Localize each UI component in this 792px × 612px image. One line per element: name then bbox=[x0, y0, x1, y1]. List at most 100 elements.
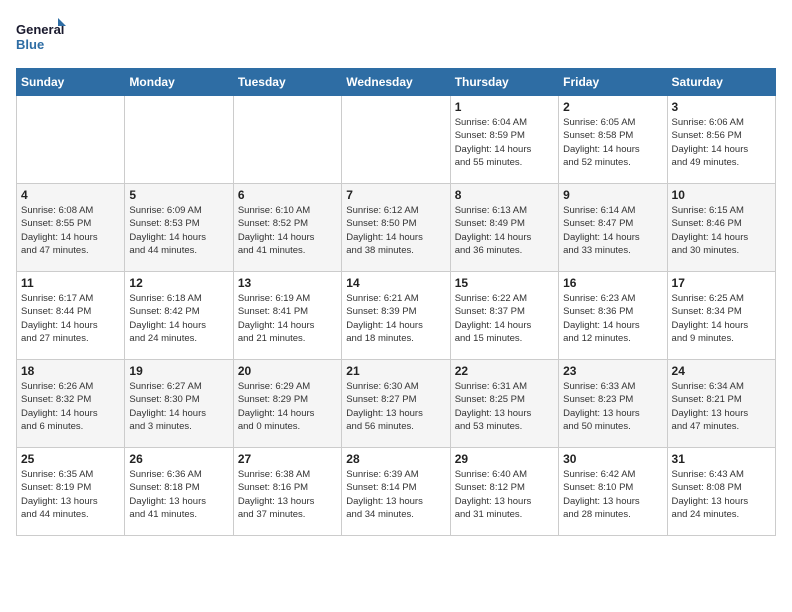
calendar-cell: 6 Sunrise: 6:10 AMSunset: 8:52 PMDaylight… bbox=[233, 184, 341, 272]
day-number: 17 bbox=[672, 276, 771, 290]
cell-info: Sunrise: 6:40 AMSunset: 8:12 PMDaylight:… bbox=[455, 468, 554, 521]
calendar-table: SundayMondayTuesdayWednesdayThursdayFrid… bbox=[16, 68, 776, 536]
calendar-cell: 26 Sunrise: 6:36 AMSunset: 8:18 PMDayligh… bbox=[125, 448, 233, 536]
cell-info: Sunrise: 6:04 AMSunset: 8:59 PMDaylight:… bbox=[455, 116, 554, 169]
day-number: 12 bbox=[129, 276, 228, 290]
cell-info: Sunrise: 6:09 AMSunset: 8:53 PMDaylight:… bbox=[129, 204, 228, 257]
cell-info: Sunrise: 6:22 AMSunset: 8:37 PMDaylight:… bbox=[455, 292, 554, 345]
calendar-cell: 29 Sunrise: 6:40 AMSunset: 8:12 PMDayligh… bbox=[450, 448, 558, 536]
cell-info: Sunrise: 6:21 AMSunset: 8:39 PMDaylight:… bbox=[346, 292, 445, 345]
cell-info: Sunrise: 6:30 AMSunset: 8:27 PMDaylight:… bbox=[346, 380, 445, 433]
day-number: 24 bbox=[672, 364, 771, 378]
cell-info: Sunrise: 6:17 AMSunset: 8:44 PMDaylight:… bbox=[21, 292, 120, 345]
calendar-cell bbox=[17, 96, 125, 184]
cell-info: Sunrise: 6:36 AMSunset: 8:18 PMDaylight:… bbox=[129, 468, 228, 521]
day-number: 4 bbox=[21, 188, 120, 202]
col-header-sunday: Sunday bbox=[17, 69, 125, 96]
calendar-cell: 9 Sunrise: 6:14 AMSunset: 8:47 PMDaylight… bbox=[559, 184, 667, 272]
col-header-wednesday: Wednesday bbox=[342, 69, 450, 96]
calendar-cell: 10 Sunrise: 6:15 AMSunset: 8:46 PMDayligh… bbox=[667, 184, 775, 272]
day-number: 29 bbox=[455, 452, 554, 466]
day-number: 25 bbox=[21, 452, 120, 466]
calendar-cell: 21 Sunrise: 6:30 AMSunset: 8:27 PMDayligh… bbox=[342, 360, 450, 448]
col-header-saturday: Saturday bbox=[667, 69, 775, 96]
calendar-cell: 25Sunrise: 6:35 AMSunset: 8:19 PMDayligh… bbox=[17, 448, 125, 536]
calendar-week-0: 1 Sunrise: 6:04 AMSunset: 8:59 PMDaylight… bbox=[17, 96, 776, 184]
calendar-cell: 1 Sunrise: 6:04 AMSunset: 8:59 PMDaylight… bbox=[450, 96, 558, 184]
logo-icon: General Blue bbox=[16, 16, 66, 60]
day-number: 26 bbox=[129, 452, 228, 466]
calendar-cell: 2 Sunrise: 6:05 AMSunset: 8:58 PMDaylight… bbox=[559, 96, 667, 184]
calendar-cell: 16 Sunrise: 6:23 AMSunset: 8:36 PMDayligh… bbox=[559, 272, 667, 360]
day-number: 10 bbox=[672, 188, 771, 202]
day-number: 23 bbox=[563, 364, 662, 378]
calendar-week-3: 18Sunrise: 6:26 AMSunset: 8:32 PMDayligh… bbox=[17, 360, 776, 448]
calendar-week-2: 11Sunrise: 6:17 AMSunset: 8:44 PMDayligh… bbox=[17, 272, 776, 360]
calendar-week-1: 4 Sunrise: 6:08 AMSunset: 8:55 PMDaylight… bbox=[17, 184, 776, 272]
calendar-cell: 15 Sunrise: 6:22 AMSunset: 8:37 PMDayligh… bbox=[450, 272, 558, 360]
logo: General Blue bbox=[16, 16, 66, 60]
day-number: 13 bbox=[238, 276, 337, 290]
calendar-cell: 8Sunrise: 6:13 AMSunset: 8:49 PMDaylight… bbox=[450, 184, 558, 272]
day-number: 7 bbox=[346, 188, 445, 202]
col-header-friday: Friday bbox=[559, 69, 667, 96]
day-number: 22 bbox=[455, 364, 554, 378]
cell-info: Sunrise: 6:15 AMSunset: 8:46 PMDaylight:… bbox=[672, 204, 771, 257]
calendar-cell: 19 Sunrise: 6:27 AMSunset: 8:30 PMDayligh… bbox=[125, 360, 233, 448]
cell-info: Sunrise: 6:23 AMSunset: 8:36 PMDaylight:… bbox=[563, 292, 662, 345]
calendar-cell bbox=[342, 96, 450, 184]
day-number: 2 bbox=[563, 100, 662, 114]
day-number: 16 bbox=[563, 276, 662, 290]
day-number: 3 bbox=[672, 100, 771, 114]
day-number: 19 bbox=[129, 364, 228, 378]
cell-info: Sunrise: 6:27 AMSunset: 8:30 PMDaylight:… bbox=[129, 380, 228, 433]
day-number: 21 bbox=[346, 364, 445, 378]
calendar-cell: 28Sunrise: 6:39 AMSunset: 8:14 PMDayligh… bbox=[342, 448, 450, 536]
calendar-cell: 4 Sunrise: 6:08 AMSunset: 8:55 PMDaylight… bbox=[17, 184, 125, 272]
calendar-cell: 7 Sunrise: 6:12 AMSunset: 8:50 PMDaylight… bbox=[342, 184, 450, 272]
calendar-cell: 17 Sunrise: 6:25 AMSunset: 8:34 PMDayligh… bbox=[667, 272, 775, 360]
cell-info: Sunrise: 6:43 AMSunset: 8:08 PMDaylight:… bbox=[672, 468, 771, 521]
cell-info: Sunrise: 6:31 AMSunset: 8:25 PMDaylight:… bbox=[455, 380, 554, 433]
day-number: 30 bbox=[563, 452, 662, 466]
calendar-cell: 27 Sunrise: 6:38 AMSunset: 8:16 PMDayligh… bbox=[233, 448, 341, 536]
day-number: 14 bbox=[346, 276, 445, 290]
calendar-cell bbox=[233, 96, 341, 184]
calendar-cell: 24Sunrise: 6:34 AMSunset: 8:21 PMDayligh… bbox=[667, 360, 775, 448]
day-number: 6 bbox=[238, 188, 337, 202]
col-header-thursday: Thursday bbox=[450, 69, 558, 96]
day-number: 9 bbox=[563, 188, 662, 202]
cell-info: Sunrise: 6:33 AMSunset: 8:23 PMDaylight:… bbox=[563, 380, 662, 433]
calendar-header: SundayMondayTuesdayWednesdayThursdayFrid… bbox=[17, 69, 776, 96]
calendar-cell: 22 Sunrise: 6:31 AMSunset: 8:25 PMDayligh… bbox=[450, 360, 558, 448]
calendar-week-4: 25Sunrise: 6:35 AMSunset: 8:19 PMDayligh… bbox=[17, 448, 776, 536]
calendar-cell: 31 Sunrise: 6:43 AMSunset: 8:08 PMDayligh… bbox=[667, 448, 775, 536]
day-number: 31 bbox=[672, 452, 771, 466]
page-header: General Blue bbox=[16, 16, 776, 60]
calendar-cell bbox=[125, 96, 233, 184]
cell-info: Sunrise: 6:14 AMSunset: 8:47 PMDaylight:… bbox=[563, 204, 662, 257]
calendar-cell: 23 Sunrise: 6:33 AMSunset: 8:23 PMDayligh… bbox=[559, 360, 667, 448]
day-number: 1 bbox=[455, 100, 554, 114]
day-number: 8 bbox=[455, 188, 554, 202]
day-number: 18 bbox=[21, 364, 120, 378]
cell-info: Sunrise: 6:12 AMSunset: 8:50 PMDaylight:… bbox=[346, 204, 445, 257]
cell-info: Sunrise: 6:25 AMSunset: 8:34 PMDaylight:… bbox=[672, 292, 771, 345]
cell-info: Sunrise: 6:38 AMSunset: 8:16 PMDaylight:… bbox=[238, 468, 337, 521]
day-number: 5 bbox=[129, 188, 228, 202]
cell-info: Sunrise: 6:06 AMSunset: 8:56 PMDaylight:… bbox=[672, 116, 771, 169]
day-number: 20 bbox=[238, 364, 337, 378]
day-number: 15 bbox=[455, 276, 554, 290]
cell-info: Sunrise: 6:05 AMSunset: 8:58 PMDaylight:… bbox=[563, 116, 662, 169]
svg-text:General: General bbox=[16, 22, 64, 37]
calendar-cell: 12 Sunrise: 6:18 AMSunset: 8:42 PMDayligh… bbox=[125, 272, 233, 360]
calendar-cell: 13 Sunrise: 6:19 AMSunset: 8:41 PMDayligh… bbox=[233, 272, 341, 360]
day-number: 27 bbox=[238, 452, 337, 466]
calendar-cell: 11Sunrise: 6:17 AMSunset: 8:44 PMDayligh… bbox=[17, 272, 125, 360]
cell-info: Sunrise: 6:18 AMSunset: 8:42 PMDaylight:… bbox=[129, 292, 228, 345]
cell-info: Sunrise: 6:08 AMSunset: 8:55 PMDaylight:… bbox=[21, 204, 120, 257]
calendar-cell: 5 Sunrise: 6:09 AMSunset: 8:53 PMDaylight… bbox=[125, 184, 233, 272]
cell-info: Sunrise: 6:10 AMSunset: 8:52 PMDaylight:… bbox=[238, 204, 337, 257]
calendar-cell: 20Sunrise: 6:29 AMSunset: 8:29 PMDayligh… bbox=[233, 360, 341, 448]
cell-info: Sunrise: 6:19 AMSunset: 8:41 PMDaylight:… bbox=[238, 292, 337, 345]
